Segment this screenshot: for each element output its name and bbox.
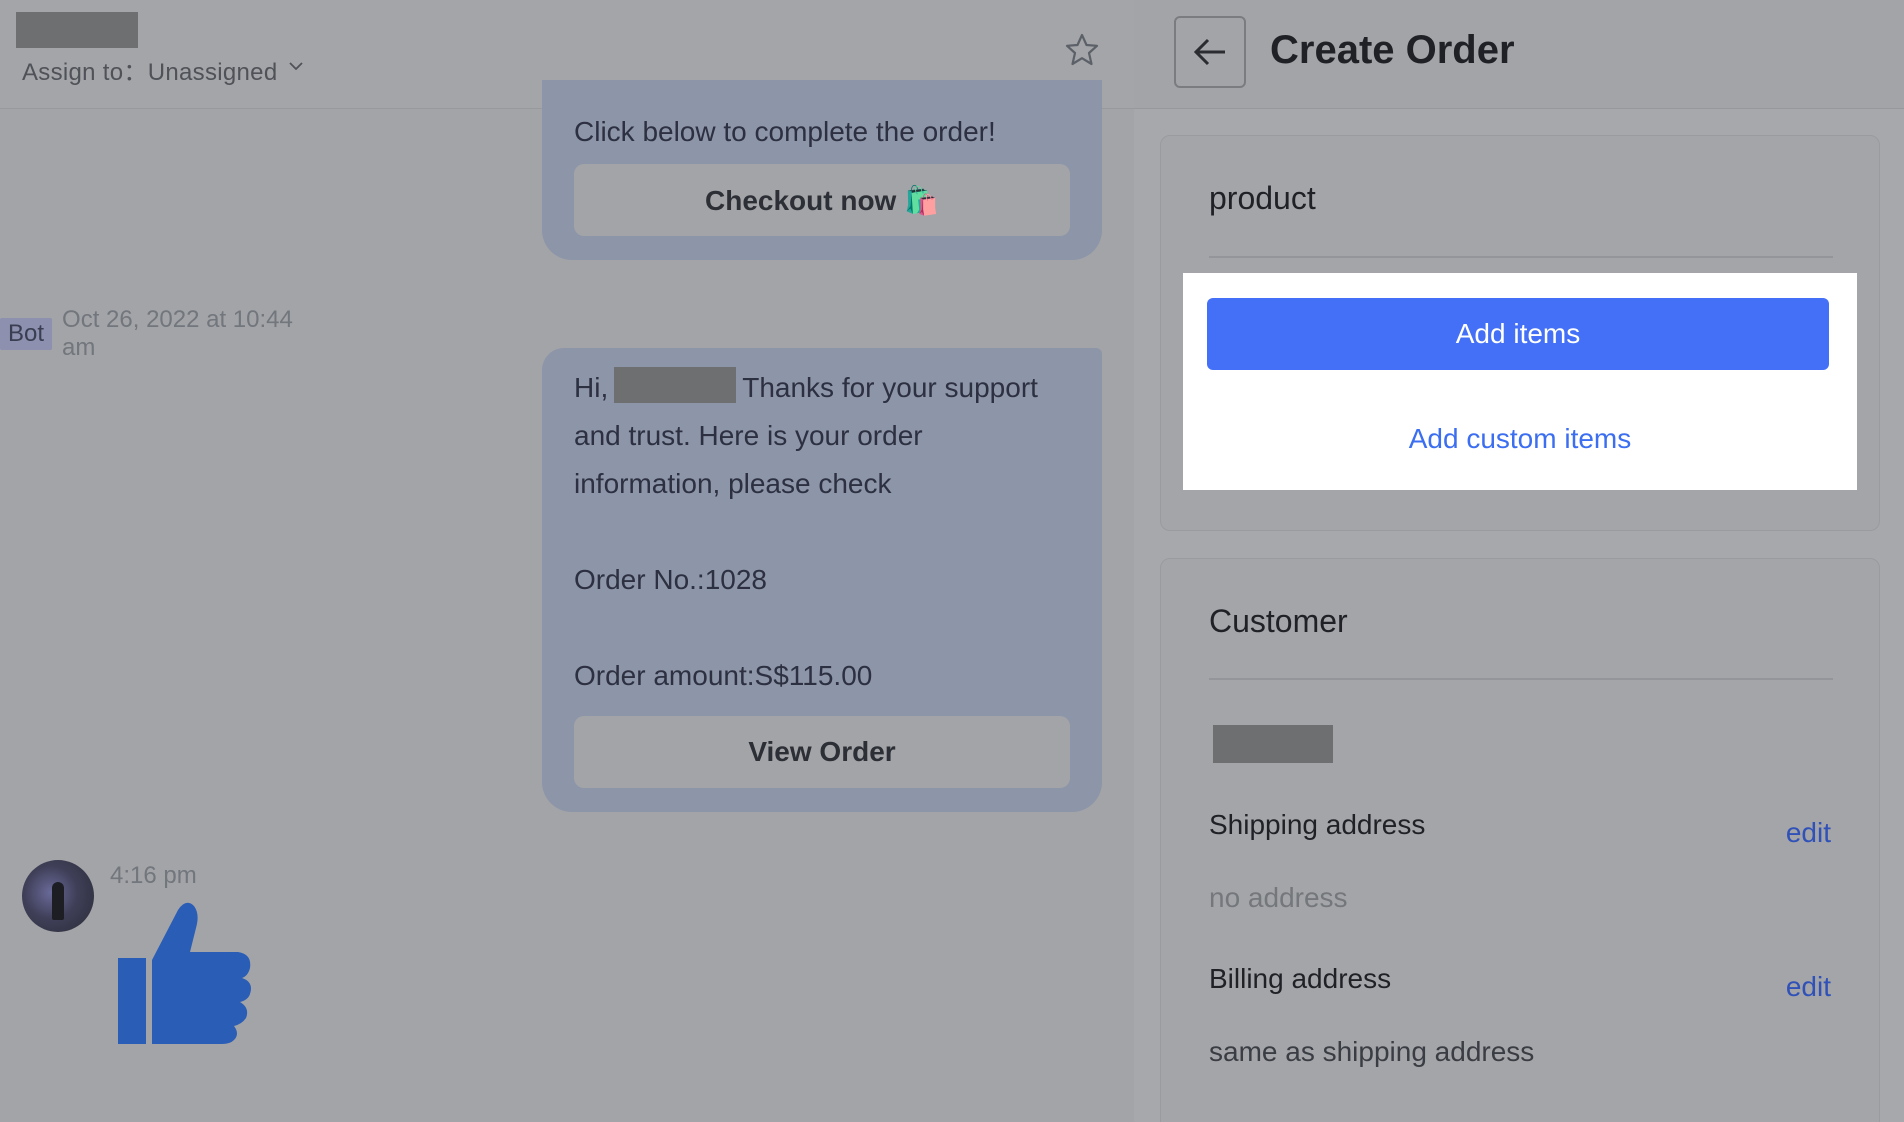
- customer-section-title: Customer: [1209, 603, 1348, 639]
- chat-panel: Assign to：Unassigned Click below to comp…: [0, 0, 1134, 1122]
- message-line: and trust. Here is your order: [574, 420, 923, 451]
- page-title: Create Order: [1270, 28, 1515, 72]
- product-section-title: product: [1209, 180, 1316, 216]
- shipping-address-label: Shipping address: [1209, 809, 1426, 840]
- message-line: information, please check: [574, 468, 892, 499]
- thumbs-up-icon: [118, 902, 251, 1044]
- avatar[interactable]: [22, 860, 94, 932]
- divider: [1209, 256, 1833, 258]
- order-amount: Order amount:S$115.00: [574, 660, 873, 691]
- incoming-message-time: 4:16 pm: [110, 862, 197, 889]
- contact-name-redacted: [16, 12, 138, 48]
- customer-name-redacted: [614, 367, 737, 403]
- bot-message-checkout: Click below to complete the order! Check…: [542, 80, 1102, 260]
- view-order-button[interactable]: View Order: [574, 716, 1070, 788]
- customer-card: Customer Shipping address edit no addres…: [1160, 558, 1880, 1122]
- chevron-down-icon: [289, 61, 304, 70]
- billing-address-label: Billing address: [1209, 963, 1392, 994]
- shipping-edit-link[interactable]: edit: [1786, 817, 1831, 849]
- assign-dropdown[interactable]: Assign to：Unassigned: [22, 52, 304, 87]
- add-items-highlight: Add items Add custom items: [1183, 273, 1857, 490]
- back-button[interactable]: [1174, 16, 1246, 88]
- message-timestamp: Oct 26, 2022 at 10:44 am: [62, 306, 293, 361]
- order-number: Order No.:1028: [574, 564, 767, 595]
- customer-name-redacted: [1213, 725, 1333, 763]
- add-custom-items-link[interactable]: Add custom items: [1183, 423, 1857, 455]
- thanks-text: Thanks for your support: [742, 372, 1038, 403]
- order-header: Create Order: [1134, 0, 1904, 109]
- billing-address-value: same as shipping address: [1209, 1036, 1535, 1067]
- divider: [1209, 678, 1833, 680]
- bot-message-order-info: Hi, Thanks for your support and trust. He…: [542, 348, 1102, 812]
- shipping-address-value: no address: [1209, 882, 1348, 913]
- message-meta: Bot Oct 26, 2022 at 10:44 am: [0, 306, 324, 362]
- checkout-now-button[interactable]: Checkout now 🛍️: [574, 164, 1070, 236]
- star-icon[interactable]: [1064, 32, 1100, 68]
- message-text: Click below to complete the order!: [574, 116, 996, 147]
- arrow-left-icon: [1193, 38, 1225, 66]
- bot-badge: Bot: [0, 318, 53, 350]
- billing-edit-link[interactable]: edit: [1786, 971, 1831, 1003]
- greeting: Hi,: [574, 372, 609, 403]
- assign-label: Assign to：Unassigned: [22, 59, 278, 86]
- create-order-panel: Create Order product Customer Shipping a…: [1134, 0, 1904, 1122]
- add-items-button[interactable]: Add items: [1207, 298, 1829, 370]
- order-message-body: Hi, Thanks for your support and trust. He…: [574, 364, 1074, 700]
